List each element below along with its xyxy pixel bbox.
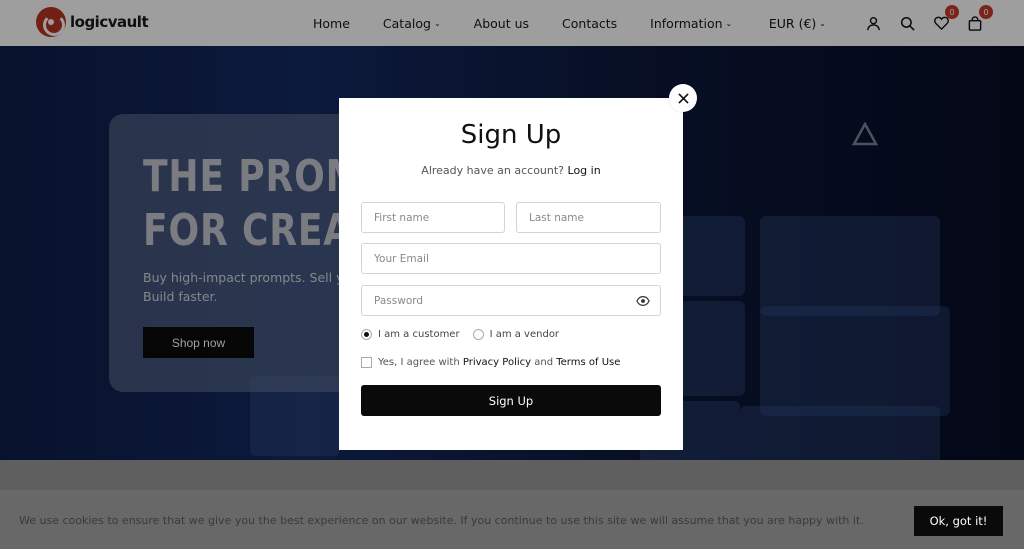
password-input[interactable] — [374, 294, 660, 307]
first-name-field[interactable] — [361, 202, 505, 233]
terms-agreement: Yes, I agree with Privacy Policy and Ter… — [361, 357, 620, 368]
customer-radio[interactable] — [361, 329, 372, 340]
email-field[interactable] — [361, 243, 661, 274]
eye-icon[interactable] — [636, 295, 650, 307]
close-modal-button[interactable] — [669, 84, 697, 112]
email-input[interactable] — [374, 252, 660, 265]
cookie-message: We use cookies to ensure that we give yo… — [19, 514, 864, 527]
signup-modal: Sign Up Already have an account? Log in … — [339, 98, 683, 450]
agree-and: and — [534, 357, 554, 368]
login-prompt: Already have an account? Log in — [339, 164, 683, 177]
have-account-text: Already have an account? — [421, 164, 565, 177]
vendor-radio[interactable] — [472, 329, 484, 340]
role-selector: I am a customer I am a vendor — [361, 329, 572, 340]
signup-submit-button[interactable]: Sign Up — [361, 385, 661, 416]
cookie-accept-button[interactable]: Ok, got it! — [914, 506, 1003, 536]
agree-prefix: Yes, I agree with — [378, 357, 460, 368]
close-icon — [677, 92, 689, 104]
login-link[interactable]: Log in — [568, 164, 601, 177]
agree-checkbox[interactable] — [361, 357, 372, 368]
modal-title: Sign Up — [460, 120, 562, 150]
password-field[interactable] — [361, 285, 661, 316]
first-name-input[interactable] — [374, 211, 504, 224]
last-name-input[interactable] — [529, 211, 660, 224]
vendor-radio-label[interactable]: I am a vendor — [490, 329, 559, 340]
customer-radio-label[interactable]: I am a customer — [378, 329, 460, 340]
privacy-policy-link[interactable]: Privacy Policy — [463, 357, 531, 368]
terms-of-use-link[interactable]: Terms of Use — [556, 357, 620, 368]
last-name-field[interactable] — [516, 202, 661, 233]
